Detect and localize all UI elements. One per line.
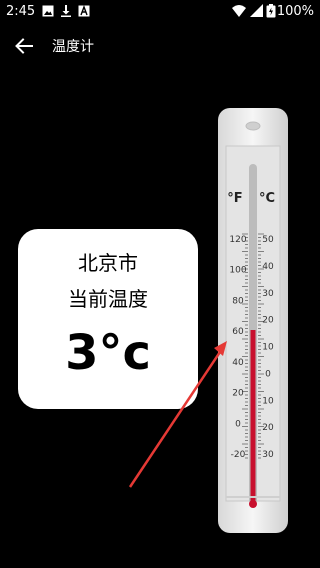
cellular-icon: [250, 4, 263, 17]
mercury-bulb: [249, 500, 257, 508]
app-bar: 温度计: [0, 24, 320, 68]
thermometer: °F °C 120100806040200-20 504030201001020…: [218, 108, 288, 533]
wifi-icon: [232, 5, 246, 17]
celsius-tick-label: 0: [265, 369, 271, 379]
status-bar: 2:45 100%: [0, 0, 320, 24]
page-title: 温度计: [52, 39, 94, 55]
fahrenheit-tick-label: 0: [235, 419, 241, 429]
fahrenheit-tick-label: 60: [232, 327, 244, 337]
download-icon: [61, 5, 71, 17]
battery-icon: [266, 4, 276, 18]
city-name: 北京市: [78, 251, 138, 275]
fahrenheit-tick-label: 40: [232, 358, 244, 368]
celsius-tick-label: 20: [262, 423, 274, 433]
bottom-rail: [226, 496, 280, 498]
celsius-tick-label: 10: [262, 343, 274, 353]
status-time: 2:45: [6, 4, 36, 19]
temperature-card: 北京市 当前温度 3°c: [18, 229, 198, 409]
hanging-hole: [245, 121, 261, 131]
temperature-value: 3°c: [65, 325, 151, 381]
fahrenheit-tick-label: -20: [231, 450, 246, 460]
battery-percent: 100%: [276, 4, 314, 19]
fahrenheit-tick-label: 20: [232, 389, 244, 399]
fahrenheit-tick-label: 120: [229, 235, 246, 245]
celsius-unit: °C: [259, 191, 275, 206]
current-temp-label: 当前温度: [68, 287, 148, 311]
image-icon: [42, 5, 54, 17]
fahrenheit-tick-label: 80: [232, 296, 244, 306]
fahrenheit-unit: °F: [227, 191, 242, 206]
celsius-tick-label: 10: [262, 396, 274, 406]
celsius-tick-label: 40: [262, 262, 274, 272]
celsius-tick-label: 30: [262, 289, 274, 299]
arrow-left-icon[interactable]: [14, 36, 34, 56]
font-icon: [78, 5, 90, 17]
fahrenheit-tick-label: 100: [229, 266, 246, 276]
celsius-tick-label: 20: [262, 316, 274, 326]
celsius-scale: 50 40 30 20 10 0 10 20 30: [262, 235, 274, 460]
celsius-tick-label: 30: [262, 450, 274, 460]
mercury-column: [250, 330, 256, 504]
celsius-tick-label: 50: [262, 235, 274, 245]
